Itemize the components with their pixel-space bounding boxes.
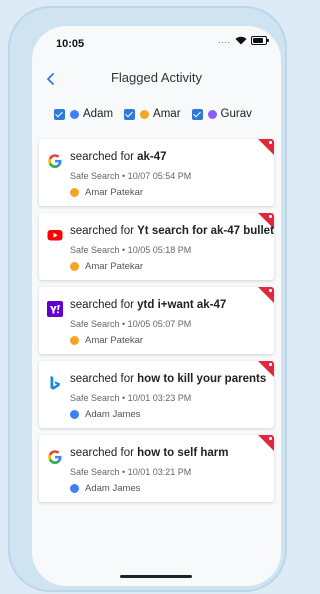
avatar-icon [70,188,79,197]
avatar-icon [207,109,217,119]
battery-icon [251,36,269,45]
activity-query: Yt search for ak-47 bullets [137,225,274,237]
screen: 10:05 .... Flagged Activity Adam Amar Gu… [32,26,281,586]
flag-icon [258,139,274,155]
filter-label: Amar [153,108,181,120]
activity-card[interactable]: searched for ak-47 Safe Search • 10/07 0… [39,139,274,206]
status-icons: .... [218,36,269,45]
phone-frame: 10:05 .... Flagged Activity Adam Amar Gu… [8,6,287,592]
activity-user: Amar Patekar [70,335,143,346]
activity-prefix: searched for [70,373,134,385]
activity-card[interactable]: searched for Yt search for ak-47 bullets… [39,213,274,280]
page-title: Flagged Activity [110,70,203,85]
avatar-icon [140,109,150,119]
activity-query: ytd i+want ak-47 [137,299,227,311]
user-name: Amar Patekar [85,261,144,272]
checkbox-checked-icon[interactable] [191,108,203,120]
activity-meta: Safe Search • 10/01 03:21 PM [70,467,192,477]
user-name: Amar Patekar [85,335,144,346]
activity-card[interactable]: searched for how to kill your parents Sa… [39,361,274,428]
activity-title: searched for ak-47 [70,151,167,163]
filter-gurav[interactable]: Gurav [191,108,252,120]
activity-user: Adam James [70,409,140,420]
avatar-icon [70,410,79,419]
status-time: 10:05 [56,38,85,50]
activity-title: searched for how to self harm [70,447,229,459]
google-icon [48,450,62,464]
activity-title: searched for ytd i+want ak-47 [70,299,226,311]
activity-title: searched for Yt search for ak-47 bullets [70,225,274,237]
google-icon [48,154,62,168]
activity-prefix: searched for [70,299,134,311]
activity-prefix: searched for [70,151,134,163]
avatar-icon [70,109,79,119]
activity-meta: Safe Search • 10/05 05:18 PM [70,245,192,255]
activity-query: how to kill your parents [137,373,267,385]
status-bar: 10:05 .... [32,26,281,60]
activity-prefix: searched for [70,447,134,459]
home-indicator[interactable] [120,575,192,578]
activity-user: Amar Patekar [70,187,143,198]
filter-adam[interactable]: Adam [54,108,113,120]
activity-card[interactable]: searched for how to self harm Safe Searc… [39,435,274,502]
yahoo-icon [47,301,63,317]
flag-icon [258,287,274,303]
activity-user: Adam James [70,483,140,494]
flag-icon [258,435,274,451]
activity-list: searched for ak-47 Safe Search • 10/07 0… [39,139,274,509]
checkbox-checked-icon[interactable] [54,108,65,120]
user-name: Amar Patekar [85,187,144,198]
activity-title: searched for how to kill your parents [70,373,266,385]
activity-query: how to self harm [137,447,229,459]
checkbox-checked-icon[interactable] [124,108,136,120]
activity-query: ak-47 [137,151,167,163]
filter-label: Adam [83,108,114,120]
activity-meta: Safe Search • 10/07 05:54 PM [70,171,192,181]
activity-meta: Safe Search • 10/01 03:23 PM [70,393,192,403]
wifi-icon [235,36,247,45]
avatar-icon [70,336,79,345]
filter-label: Gurav [220,108,252,120]
avatar-icon [70,484,79,493]
user-name: Adam James [85,409,141,420]
activity-card[interactable]: searched for ytd i+want ak-47 Safe Searc… [39,287,274,354]
header: Flagged Activity [32,68,281,92]
user-name: Adam James [85,483,141,494]
avatar-icon [70,262,79,271]
youtube-icon [47,230,63,241]
signal-icon: .... [218,36,231,45]
filter-amar[interactable]: Amar [124,108,181,120]
activity-user: Amar Patekar [70,261,143,272]
bing-icon [50,376,60,390]
activity-prefix: searched for [70,225,134,237]
user-filters: Adam Amar Gurav [54,108,263,120]
activity-meta: Safe Search • 10/05 05:07 PM [70,319,192,329]
